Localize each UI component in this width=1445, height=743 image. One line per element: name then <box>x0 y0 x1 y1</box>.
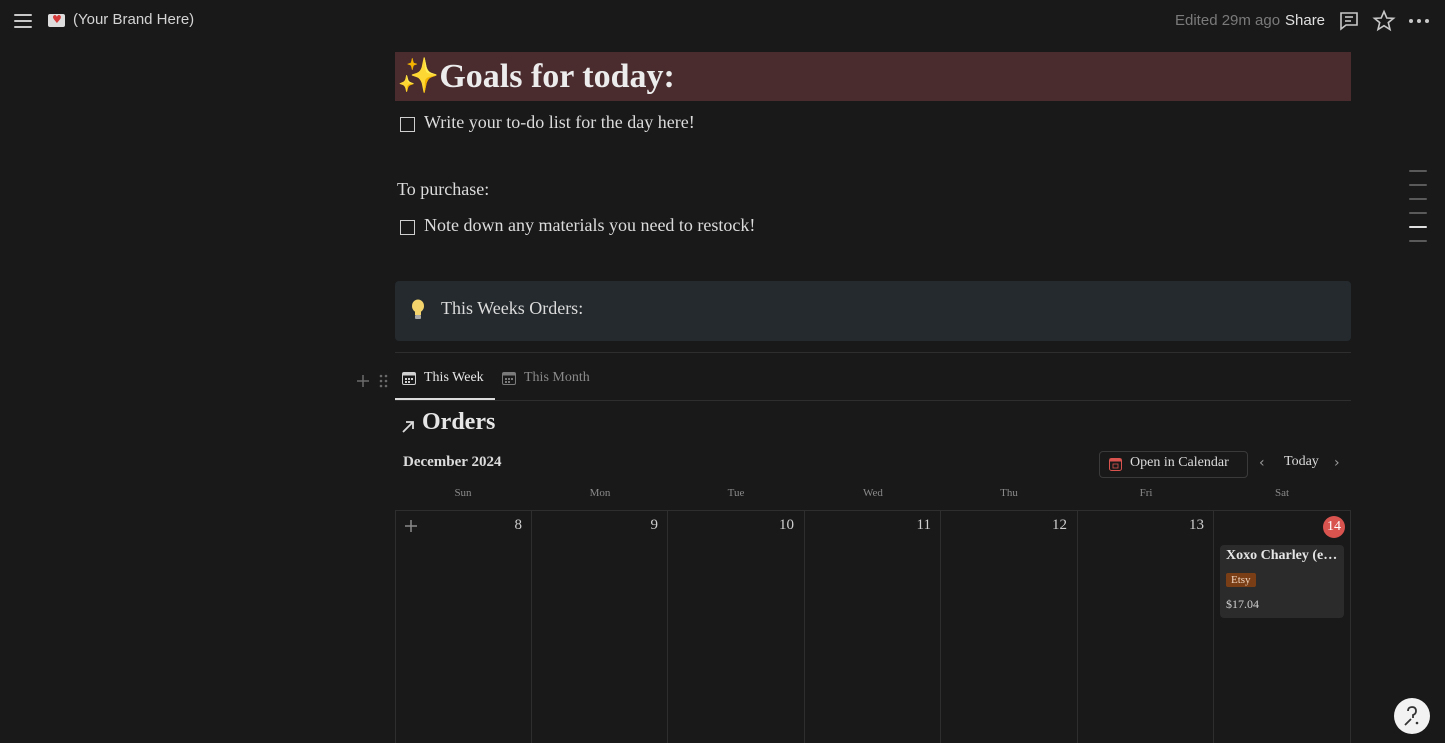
page-breadcrumb-title[interactable]: (Your Brand Here) <box>73 11 194 28</box>
calendar-week-grid: 8 9 10 11 12 13 14 Xoxo Charley (e… Etsy… <box>395 510 1351 743</box>
help-button[interactable] <box>1394 698 1430 734</box>
database-title[interactable]: Orders <box>422 409 495 436</box>
weekday-label: Sun <box>454 487 472 499</box>
order-event-card[interactable]: Xoxo Charley (e… Etsy $17.04 <box>1220 545 1344 618</box>
goals-heading-block: ✨Goals for today: <box>395 52 1351 101</box>
day-number: 13 <box>1189 517 1204 533</box>
view-tabs: This Week This Month <box>395 362 1351 400</box>
todo-text[interactable]: Write your to-do list for the day here! <box>424 112 695 133</box>
top-bar: (Your Brand Here) Edited 29m ago Share <box>0 0 1445 42</box>
day-cell[interactable]: 13 <box>1077 511 1214 743</box>
brand-envelope-icon <box>48 14 65 27</box>
today-day-badge: 14 <box>1323 516 1345 538</box>
calendar-icon <box>402 372 416 385</box>
callout-text[interactable]: This Weeks Orders: <box>441 298 583 319</box>
calendar-month-label: December 2024 <box>403 454 502 470</box>
lightbulb-icon <box>412 299 424 319</box>
share-button[interactable]: Share <box>1285 12 1325 29</box>
day-number: 11 <box>916 517 931 533</box>
weekday-label: Sat <box>1274 487 1290 499</box>
day-cell[interactable]: 12 <box>940 511 1077 743</box>
goals-heading[interactable]: ✨Goals for today: <box>397 56 675 96</box>
open-in-calendar-button[interactable]: Open in Calendar <box>1099 451 1248 478</box>
day-number: 12 <box>1052 517 1067 533</box>
todo-checkbox[interactable] <box>400 117 415 132</box>
favorite-star-icon[interactable] <box>1372 9 1396 33</box>
tab-label: This Week <box>424 370 484 385</box>
todo-checkbox[interactable] <box>400 220 415 235</box>
weekday-label: Tue <box>727 487 745 499</box>
day-cell-today[interactable]: 14 Xoxo Charley (e… Etsy $17.04 <box>1213 511 1351 743</box>
next-week-chevron-icon[interactable]: › <box>1334 455 1348 471</box>
add-event-plus-icon[interactable] <box>403 518 419 534</box>
previous-week-chevron-icon[interactable]: ‹ <box>1259 455 1273 471</box>
today-button[interactable]: Today <box>1284 454 1319 470</box>
day-cell[interactable]: 10 <box>667 511 804 743</box>
open-in-calendar-label: Open in Calendar <box>1130 455 1229 470</box>
day-number: 10 <box>779 517 794 533</box>
platform-tag: Etsy <box>1226 573 1256 587</box>
calendar-app-icon <box>1109 458 1122 471</box>
day-number: 8 <box>514 517 523 533</box>
divider <box>395 352 1351 353</box>
calendar-icon <box>502 372 516 385</box>
weekday-label: Wed <box>863 487 883 499</box>
sidebar-menu-icon[interactable] <box>12 10 34 32</box>
weekday-label: Fri <box>1139 487 1153 499</box>
purchase-heading[interactable]: To purchase: <box>397 179 489 200</box>
table-of-contents-indicator[interactable] <box>1409 170 1427 254</box>
block-drag-handle-icon[interactable] <box>355 372 393 390</box>
weekday-label: Thu <box>1000 487 1018 499</box>
todo-text[interactable]: Note down any materials you need to rest… <box>424 215 755 236</box>
more-options-icon[interactable] <box>1407 9 1431 33</box>
comments-icon[interactable] <box>1337 9 1361 33</box>
day-cell[interactable]: 11 <box>804 511 941 743</box>
orders-callout: This Weeks Orders: <box>395 281 1351 341</box>
day-cell[interactable]: 9 <box>531 511 668 743</box>
day-number: 9 <box>650 517 659 533</box>
order-event-title: Xoxo Charley (e… <box>1226 548 1338 563</box>
help-icon <box>1404 706 1419 726</box>
day-cell[interactable]: 8 <box>395 511 532 743</box>
order-price: $17.04 <box>1226 597 1259 611</box>
edited-timestamp: Edited 29m ago <box>1175 12 1281 29</box>
linked-database-arrow-icon <box>402 421 414 433</box>
divider <box>395 400 1351 401</box>
weekday-label: Mon <box>589 487 611 499</box>
tab-label: This Month <box>524 370 590 385</box>
